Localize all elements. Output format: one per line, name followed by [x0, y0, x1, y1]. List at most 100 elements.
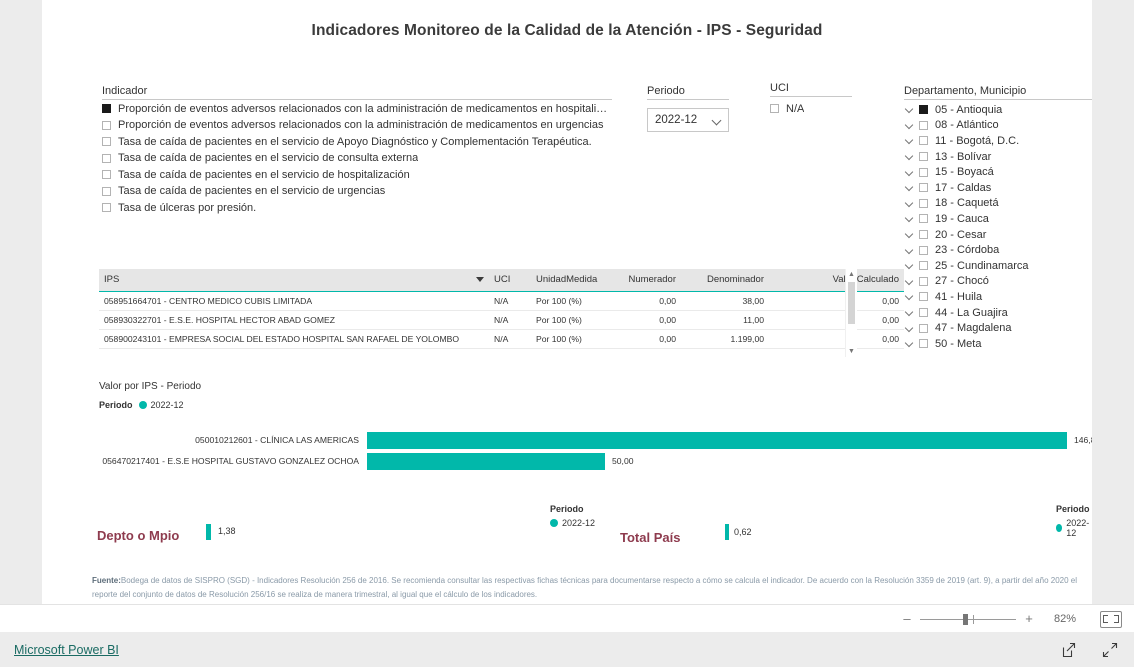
fullscreen-icon[interactable] [1102, 642, 1118, 658]
departamento-item[interactable]: 27 - Chocó [904, 274, 1092, 290]
chevron-down-icon[interactable] [904, 260, 915, 271]
departamento-item[interactable]: 08 - Atlántico [904, 118, 1092, 134]
share-icon[interactable] [1060, 642, 1076, 658]
departamento-item[interactable]: 11 - Bogotá, D.C. [904, 133, 1092, 149]
departamento-item[interactable]: 47 - Magdalena [904, 320, 1092, 336]
checkbox-icon[interactable] [919, 152, 928, 162]
legend-item[interactable]: 2022-12 [138, 400, 184, 410]
departamento-item[interactable]: 44 - La Guajira [904, 305, 1092, 321]
checkbox-icon[interactable] [919, 230, 928, 240]
table-scrollbar[interactable]: ▲ ▼ [845, 269, 857, 357]
chevron-down-icon[interactable] [904, 104, 915, 115]
chevron-down-icon[interactable] [904, 135, 915, 146]
chevron-down-icon[interactable] [904, 245, 915, 256]
checkbox-icon[interactable] [919, 214, 928, 224]
chevron-down-icon[interactable] [904, 120, 915, 131]
microsoft-power-bi-link[interactable]: Microsoft Power BI [14, 643, 119, 657]
zoom-out-button[interactable]: – [902, 612, 912, 625]
sort-descending-icon[interactable] [476, 277, 484, 282]
checkbox-icon[interactable] [919, 276, 928, 286]
kpi-total-pais-bar[interactable] [725, 524, 729, 540]
chevron-down-icon[interactable] [904, 323, 915, 334]
footer-source-prefix: Fuente: [92, 576, 121, 585]
column-header-ips[interactable]: IPS [99, 269, 489, 292]
chevron-down-icon[interactable] [904, 338, 915, 349]
column-header-numerador[interactable]: Numerador [609, 269, 681, 292]
chevron-down-icon[interactable] [904, 276, 915, 287]
bar-fill[interactable] [367, 452, 605, 470]
chevron-down-icon[interactable] [904, 167, 915, 178]
checkbox-icon[interactable] [919, 308, 928, 318]
chevron-down-icon[interactable] [904, 291, 915, 302]
checkbox-icon[interactable] [102, 137, 111, 147]
departamento-item[interactable]: 23 - Córdoba [904, 242, 1092, 258]
checkbox-icon[interactable] [919, 198, 928, 208]
checkbox-icon[interactable] [102, 104, 111, 114]
checkbox-icon[interactable] [919, 167, 928, 177]
scrollbar-thumb[interactable] [848, 282, 855, 324]
departamento-item[interactable]: 17 - Caldas [904, 180, 1092, 196]
zoom-in-button[interactable]: + [1024, 612, 1034, 625]
departamento-item[interactable]: 15 - Boyacá [904, 164, 1092, 180]
checkbox-icon[interactable] [919, 323, 928, 333]
column-header-uci[interactable]: UCI [489, 269, 531, 292]
checkbox-icon[interactable] [919, 339, 928, 349]
departamento-item[interactable]: 13 - Bolívar [904, 149, 1092, 165]
bar-chart-row[interactable]: 050010212601 - CLÍNICA LAS AMERICAS 146,… [99, 431, 1092, 449]
checkbox-icon[interactable] [919, 136, 928, 146]
periodo-dropdown[interactable]: 2022-12 [647, 108, 729, 132]
indicador-item[interactable]: Tasa de úlceras por presión. [102, 200, 612, 216]
chevron-down-icon[interactable] [904, 182, 915, 193]
indicador-item[interactable]: Tasa de caída de pacientes en el servici… [102, 151, 612, 167]
cell-unidadmedida: Por 100 (%) [531, 291, 609, 311]
checkbox-icon[interactable] [919, 183, 928, 193]
departamento-item[interactable]: 19 - Cauca [904, 211, 1092, 227]
indicador-item[interactable]: Tasa de caída de pacientes en el servici… [102, 184, 612, 200]
scroll-up-icon[interactable]: ▲ [846, 269, 857, 280]
fit-to-page-button[interactable] [1100, 610, 1122, 628]
checkbox-icon[interactable] [919, 120, 928, 130]
chevron-down-icon[interactable] [904, 198, 915, 209]
checkbox-icon[interactable] [102, 170, 111, 180]
indicador-item[interactable]: Proporción de eventos adversos relaciona… [102, 101, 612, 117]
checkbox-icon[interactable] [919, 292, 928, 302]
checkbox-icon[interactable] [919, 245, 928, 255]
departamento-item-label: 19 - Cauca [935, 212, 989, 225]
zoom-slider-thumb[interactable] [963, 614, 968, 625]
legend-item[interactable]: 2022-12 [550, 518, 595, 528]
table-row[interactable]: 058930322701 - E.S.E. HOSPITAL HECTOR AB… [99, 310, 904, 330]
departamento-item[interactable]: 05 - Antioquia [904, 102, 1092, 118]
zoom-slider[interactable] [920, 613, 1016, 625]
checkbox-icon[interactable] [919, 261, 928, 271]
table-row[interactable]: 058900243101 - EMPRESA SOCIAL DEL ESTADO… [99, 329, 904, 349]
indicador-item[interactable]: Tasa de caída de pacientes en el servici… [102, 134, 612, 150]
checkbox-icon[interactable] [102, 120, 111, 130]
bar-fill[interactable] [367, 431, 1067, 449]
checkbox-icon[interactable] [102, 186, 111, 196]
chevron-down-icon[interactable] [904, 151, 915, 162]
scroll-down-icon[interactable]: ▼ [846, 346, 857, 357]
departamento-item[interactable]: 25 - Cundinamarca [904, 258, 1092, 274]
departamento-item[interactable]: 50 - Meta [904, 336, 1092, 352]
departamento-item[interactable]: 18 - Caquetá [904, 196, 1092, 212]
checkbox-icon[interactable] [770, 104, 779, 114]
indicador-item[interactable]: Proporción de eventos adversos relaciona… [102, 118, 612, 134]
checkbox-icon[interactable] [102, 153, 111, 163]
departamento-item-label: 20 - Cesar [935, 228, 987, 241]
indicador-item[interactable]: Tasa de caída de pacientes en el servici… [102, 167, 612, 183]
legend-item[interactable]: 2022-12 [1056, 518, 1092, 538]
bar-chart-row[interactable]: 056470217401 - E.S.E HOSPITAL GUSTAVO GO… [99, 452, 1092, 470]
checkbox-icon[interactable] [102, 203, 111, 213]
column-header-denominador[interactable]: Denominador [681, 269, 769, 292]
departamento-item[interactable]: 41 - Huila [904, 289, 1092, 305]
chevron-down-icon[interactable] [904, 229, 915, 240]
column-header-valor-calculado[interactable]: Valor Calculado [769, 269, 904, 292]
departamento-item[interactable]: 20 - Cesar [904, 227, 1092, 243]
table-row[interactable]: 058951664701 - CENTRO MEDICO CUBIS LIMIT… [99, 291, 904, 311]
chevron-down-icon[interactable] [904, 307, 915, 318]
uci-item[interactable]: N/A [770, 101, 852, 117]
chevron-down-icon[interactable] [904, 213, 915, 224]
checkbox-icon[interactable] [919, 105, 928, 115]
kpi-depto-bar[interactable] [206, 524, 211, 540]
column-header-unidadmedida[interactable]: UnidadMedida [531, 269, 609, 292]
